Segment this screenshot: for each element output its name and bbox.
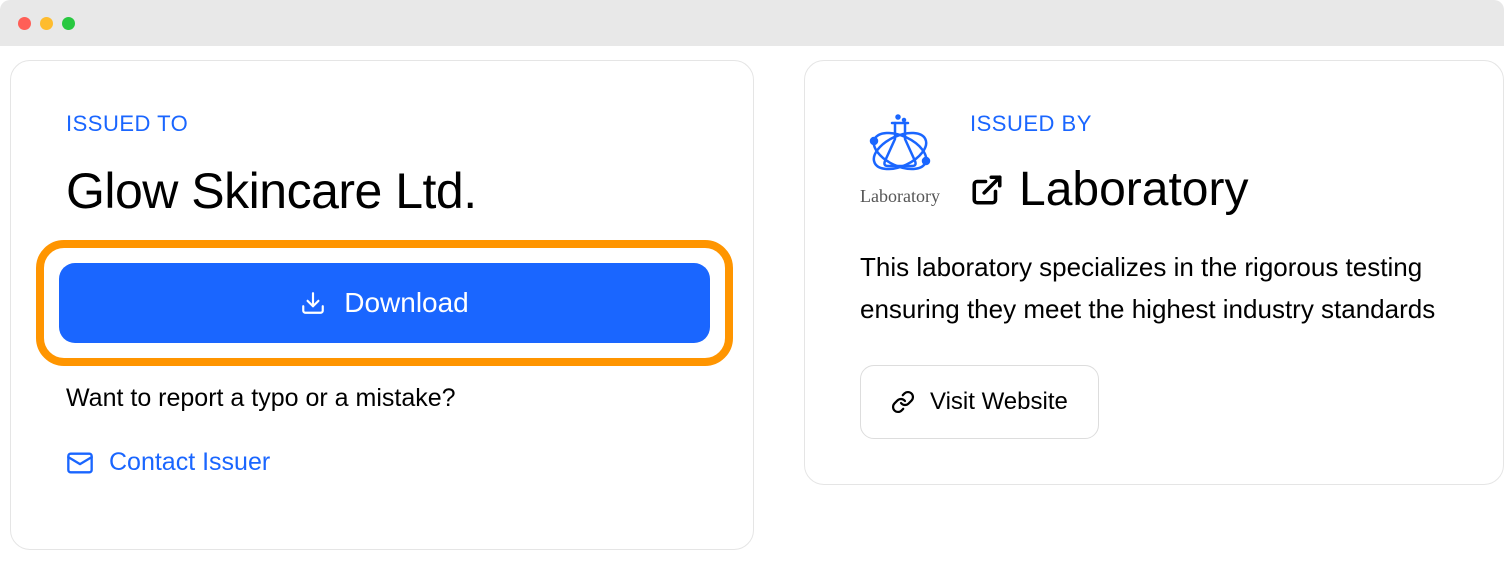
issuer-title-link[interactable]: Laboratory (970, 162, 1453, 217)
download-button-label: Download (344, 287, 469, 319)
external-link-icon (970, 173, 1004, 207)
maximize-window-button[interactable] (62, 17, 75, 30)
mail-icon (66, 449, 94, 477)
close-window-button[interactable] (18, 17, 31, 30)
issuer-header: Laboratory ISSUED BY Laboratory (860, 111, 1453, 217)
minimize-window-button[interactable] (40, 17, 53, 30)
contact-issuer-label: Contact Issuer (109, 448, 270, 477)
issued-to-label: ISSUED TO (66, 111, 703, 137)
issued-by-card: Laboratory ISSUED BY Laboratory This (804, 60, 1504, 485)
issuer-info: ISSUED BY Laboratory (970, 111, 1453, 217)
issuer-description: This laboratory specializes in the rigor… (860, 247, 1453, 330)
laboratory-logo-text: Laboratory (860, 186, 940, 207)
download-icon (300, 290, 326, 316)
issued-by-label: ISSUED BY (970, 111, 1453, 137)
link-icon (891, 390, 915, 414)
flask-icon (860, 111, 940, 181)
company-name: Glow Skincare Ltd. (66, 162, 703, 220)
issued-to-card: ISSUED TO Glow Skincare Ltd. Download Wa… (10, 60, 754, 550)
download-button[interactable]: Download (59, 263, 710, 343)
window-titlebar (0, 0, 1504, 46)
visit-website-button[interactable]: Visit Website (860, 365, 1099, 439)
main-content: ISSUED TO Glow Skincare Ltd. Download Wa… (0, 46, 1504, 550)
visit-website-label: Visit Website (930, 388, 1068, 416)
issuer-name: Laboratory (1019, 162, 1248, 217)
report-typo-text: Want to report a typo or a mistake? (66, 384, 703, 413)
contact-issuer-link[interactable]: Contact Issuer (66, 448, 703, 477)
laboratory-logo: Laboratory (860, 111, 940, 207)
download-highlight: Download (36, 240, 733, 366)
